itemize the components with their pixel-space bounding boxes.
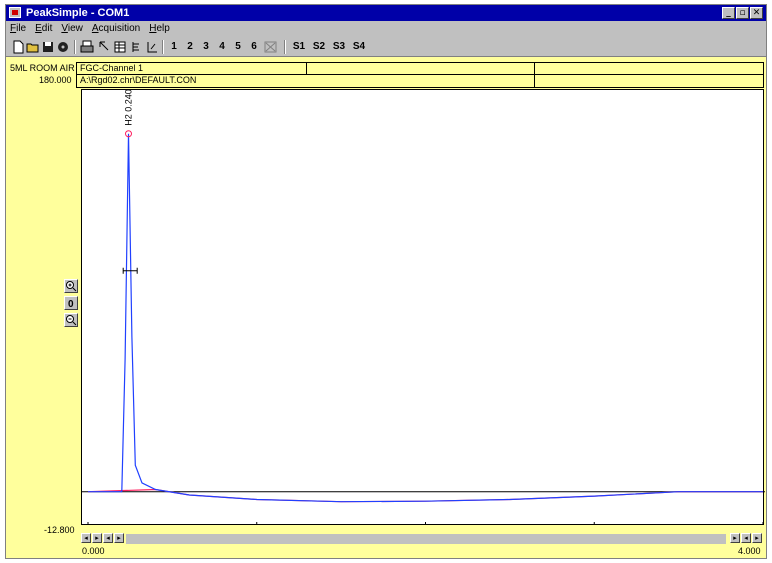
menu-edit[interactable]: Edit [35, 21, 52, 37]
app-window: PeakSimple - COM1 _ ▫ ✕ File Edit View A… [5, 4, 767, 559]
scroll-left-end-button[interactable]: ▸ [114, 533, 124, 543]
new-file-icon[interactable] [12, 40, 24, 54]
zoom-in-icon[interactable] [64, 279, 78, 293]
scroll-left-right-button[interactable]: ▸ [92, 533, 102, 543]
scroll-right-left-button[interactable]: ▸ [730, 533, 740, 543]
toolbar: 1 2 3 4 5 6 S1 S2 S3 S4 [6, 37, 766, 57]
svg-text:0: 0 [68, 299, 74, 309]
scroll-right-end-button[interactable]: ▸ [752, 533, 762, 543]
left-scroll-buttons: ◂ ▸ ◂ ▸ [81, 533, 124, 543]
peak-label: H2 0.240 [124, 90, 134, 126]
events-icon[interactable] [130, 40, 142, 54]
channel-5-button[interactable]: 5 [232, 40, 244, 54]
results-table-icon[interactable] [114, 40, 126, 54]
y-min-label: -12.800 [44, 525, 75, 535]
minimize-button[interactable]: _ [722, 7, 735, 19]
maximize-button[interactable]: ▫ [736, 7, 749, 19]
channel-name: FGC-Channel 1 [77, 63, 307, 75]
series-3-button[interactable]: S3 [330, 40, 348, 54]
scroll-left-step-button[interactable]: ◂ [103, 533, 113, 543]
chromatogram-svg: H2 0.240 [82, 90, 765, 525]
channel-6-button[interactable]: 6 [248, 40, 260, 54]
channel-1-button[interactable]: 1 [168, 40, 180, 54]
disk-icon[interactable] [56, 40, 70, 54]
menu-help[interactable]: Help [149, 21, 170, 37]
series-4-button[interactable]: S4 [350, 40, 368, 54]
series-1-button[interactable]: S1 [290, 40, 308, 54]
title-bar: PeakSimple - COM1 _ ▫ ✕ [6, 5, 766, 21]
horizontal-scrollbar[interactable] [126, 534, 726, 544]
sample-label: 5ML ROOM AIR [10, 63, 75, 73]
signal-trace [88, 133, 763, 503]
channel-3-button[interactable]: 3 [200, 40, 212, 54]
right-scroll-buttons: ▸ ◂ ▸ [730, 533, 762, 543]
pointer-icon[interactable] [98, 40, 110, 54]
open-folder-icon[interactable] [26, 40, 40, 54]
series-2-button[interactable]: S2 [310, 40, 328, 54]
zoom-out-icon[interactable] [64, 313, 78, 327]
app-icon[interactable] [9, 7, 21, 18]
print-icon[interactable] [80, 40, 94, 54]
file-path: A:\Rgd02.chr\DEFAULT.CON [77, 75, 535, 87]
x-max-label: 4.000 [738, 546, 761, 556]
chromatogram-plot[interactable]: H2 0.240 [81, 89, 765, 525]
window-title: PeakSimple - COM1 [26, 7, 130, 19]
menu-acquisition[interactable]: Acquisition [92, 21, 140, 37]
menu-bar: File Edit View Acquisition Help [6, 21, 766, 37]
zoom-reset-icon[interactable]: 0 [64, 296, 78, 310]
x-min-label: 0.000 [82, 546, 105, 556]
crossed-icon[interactable] [264, 40, 278, 54]
save-icon[interactable] [42, 40, 54, 54]
scroll-right-step-button[interactable]: ◂ [741, 533, 751, 543]
menu-view[interactable]: View [61, 21, 83, 37]
close-button[interactable]: ✕ [750, 7, 763, 19]
channel-4-button[interactable]: 4 [216, 40, 228, 54]
axis-icon[interactable] [146, 40, 158, 54]
channel-2-button[interactable]: 2 [184, 40, 196, 54]
menu-file[interactable]: File [10, 21, 26, 37]
info-header: FGC-Channel 1 A:\Rgd02.chr\DEFAULT.CON [76, 62, 764, 88]
scroll-left-fast-button[interactable]: ◂ [81, 533, 91, 543]
y-max-label: 180.000 [39, 75, 72, 85]
